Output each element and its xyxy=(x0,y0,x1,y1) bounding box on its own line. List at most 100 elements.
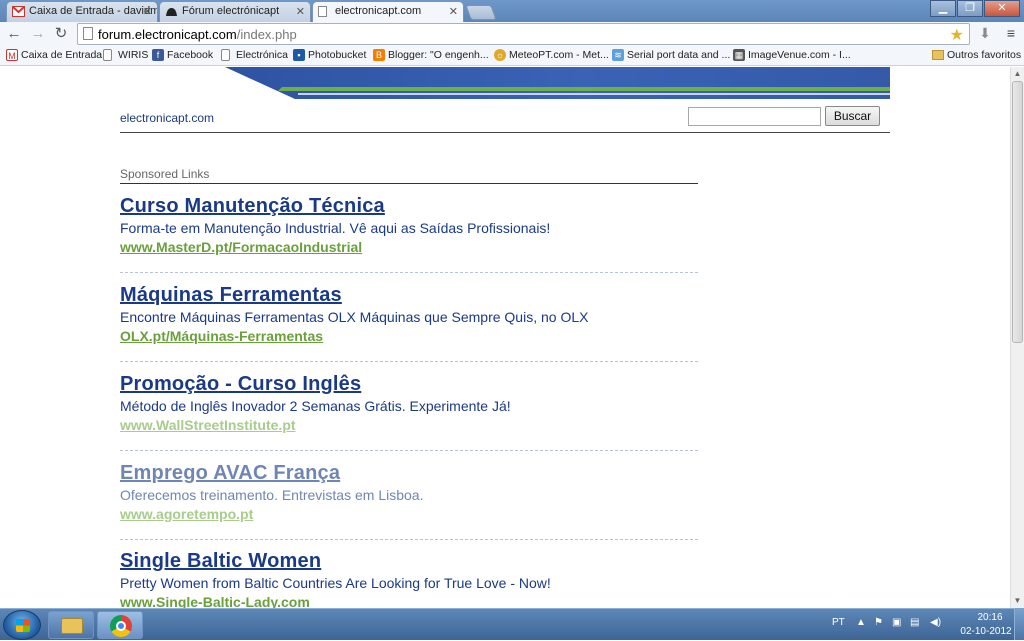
bookmark-gmail[interactable]: M Caixa de Entrada xyxy=(6,49,102,61)
ad-url-link[interactable]: www.MasterD.pt/FormacaoIndustrial xyxy=(120,239,700,255)
maximize-button[interactable]: ❐ xyxy=(957,0,983,17)
ad-url-link[interactable]: www.agoretempo.pt xyxy=(120,506,700,522)
volume-icon[interactable]: ◀) xyxy=(930,617,941,628)
sponsored-links-label: Sponsored Links xyxy=(120,167,210,181)
other-bookmarks-folder[interactable]: Outros favoritos xyxy=(932,49,1021,61)
bookmark-label: Blogger: "O engenh... xyxy=(388,49,489,61)
ad-title-link[interactable]: Single Baltic Women xyxy=(120,550,700,573)
header-divider xyxy=(120,132,890,133)
ad-description: Encontre Máquinas Ferramentas OLX Máquin… xyxy=(120,309,589,325)
ad-url-link[interactable]: www.WallStreetInstitute.pt xyxy=(120,417,700,433)
ad-url-link[interactable]: OLX.pt/Máquinas-Ferramentas xyxy=(120,328,700,344)
star-icon[interactable]: ★ xyxy=(950,25,964,45)
windows-logo-icon xyxy=(16,619,30,632)
bookmark-label: Outros favoritos xyxy=(947,49,1022,61)
forum-icon xyxy=(165,6,178,17)
tab-forum[interactable]: Fórum electrónicapt ✕ xyxy=(159,1,311,22)
ad-item[interactable]: Single Baltic Women Pretty Women from Ba… xyxy=(120,550,700,608)
banner-cutout xyxy=(120,67,295,99)
bookmark-label: ImageVenue.com - I... xyxy=(748,49,851,61)
new-tab-button[interactable] xyxy=(465,5,497,20)
page-icon xyxy=(318,6,327,17)
bookmark-photobucket[interactable]: ▪ Photobucket xyxy=(293,49,366,61)
gmail-icon: M xyxy=(6,49,18,61)
banner-green-line xyxy=(278,87,890,91)
ad-item[interactable]: Promoção - Curso Inglês Método de Inglês… xyxy=(120,373,700,433)
show-desktop-button[interactable] xyxy=(1014,608,1024,640)
page-icon xyxy=(221,49,230,61)
ad-item[interactable]: Emprego AVAC França Oferecemos treinamen… xyxy=(120,462,700,522)
close-window-button[interactable]: ✕ xyxy=(984,0,1020,17)
close-tab-icon[interactable]: ✕ xyxy=(143,5,152,18)
devices-icon[interactable]: ▤ xyxy=(910,617,919,628)
bookmark-facebook[interactable]: f Facebook xyxy=(152,49,213,61)
page-viewport: electronicapt.com Buscar Sponsored Links… xyxy=(0,67,1010,608)
chrome-icon xyxy=(110,615,132,637)
window-titlebar: Caixa de Entrada - davidm ✕ Fórum electr… xyxy=(0,0,1024,22)
minimize-button[interactable]: ▁ xyxy=(930,0,956,17)
address-bar[interactable]: forum.electronicapt.com/index.php ★ xyxy=(77,23,970,45)
windows-taskbar: PT ▲ ⚑ ▣ ▤ ◀) 20:16 02-10-2012 xyxy=(0,608,1024,640)
extension-icon[interactable]: ⬇ xyxy=(976,25,994,43)
taskbar-explorer[interactable] xyxy=(48,611,94,639)
ad-item[interactable]: Máquinas Ferramentas Encontre Máquinas F… xyxy=(120,284,700,344)
url-text[interactable]: forum.electronicapt.com/index.php xyxy=(98,27,297,42)
bookmark-serial[interactable]: ≋ Serial port data and ... xyxy=(612,49,730,61)
page-icon xyxy=(83,27,93,40)
bookmark-label: MeteoPT.com - Met... xyxy=(509,49,609,61)
meteo-icon: ☼ xyxy=(494,49,506,61)
vertical-scrollbar[interactable]: ▲ ▼ xyxy=(1010,67,1024,608)
reload-icon[interactable]: ↻ xyxy=(52,25,70,43)
close-tab-icon[interactable]: ✕ xyxy=(296,5,305,18)
site-banner xyxy=(120,67,890,99)
network-icon[interactable]: ▣ xyxy=(892,617,901,628)
language-indicator[interactable]: PT xyxy=(832,617,845,628)
flag-icon[interactable]: ⚑ xyxy=(874,617,883,628)
bookmark-label: Caixa de Entrada xyxy=(21,49,103,61)
forward-icon[interactable]: → xyxy=(29,25,47,43)
scroll-down-arrow-icon[interactable]: ▼ xyxy=(1011,594,1024,608)
bookmark-label: Photobucket xyxy=(308,49,367,61)
bookmark-meteopt[interactable]: ☼ MeteoPT.com - Met... xyxy=(494,49,609,61)
show-hidden-icons-icon[interactable]: ▲ xyxy=(856,617,866,628)
bookmark-imagevenue[interactable]: ▦ ImageVenue.com - I... xyxy=(733,49,851,61)
page-icon xyxy=(103,49,112,61)
folder-icon xyxy=(61,618,83,634)
close-tab-icon[interactable]: ✕ xyxy=(449,5,458,18)
back-icon[interactable]: ← xyxy=(5,25,23,43)
ad-divider xyxy=(120,450,698,451)
ad-title-link[interactable]: Máquinas Ferramentas xyxy=(120,284,700,307)
photobucket-icon: ▪ xyxy=(293,49,305,61)
bookmark-label: WIRIS xyxy=(118,49,149,61)
ad-description: Oferecemos treinamento. Entrevistas em L… xyxy=(120,487,424,503)
ad-title-link[interactable]: Promoção - Curso Inglês xyxy=(120,373,700,396)
scrollbar-thumb[interactable] xyxy=(1012,81,1023,343)
clock-date[interactable]: 02-10-2012 xyxy=(956,626,1016,637)
taskbar-chrome[interactable] xyxy=(97,611,143,639)
bookmarks-bar: M Caixa de Entrada WIRIS f Facebook Elec… xyxy=(0,46,1024,66)
bookmark-electronica[interactable]: Electrónica xyxy=(221,49,288,61)
scroll-up-arrow-icon[interactable]: ▲ xyxy=(1011,67,1024,81)
ad-title-link[interactable]: Emprego AVAC França xyxy=(120,462,700,485)
ad-divider xyxy=(120,272,698,273)
search-input[interactable] xyxy=(688,107,821,126)
bookmark-wiris[interactable]: WIRIS xyxy=(103,49,148,61)
ad-title-link[interactable]: Curso Manutenção Técnica xyxy=(120,195,700,218)
bookmark-label: Electrónica xyxy=(236,49,288,61)
imagevenue-icon: ▦ xyxy=(733,49,745,61)
clock-time[interactable]: 20:16 xyxy=(968,612,1012,623)
bookmark-label: Facebook xyxy=(167,49,214,61)
tab-electronicapt[interactable]: electronicapt.com ✕ xyxy=(312,1,464,22)
bookmark-blogger[interactable]: B Blogger: "O engenh... xyxy=(373,49,489,61)
ad-divider xyxy=(120,539,698,540)
start-button[interactable] xyxy=(3,610,41,640)
system-tray: PT ▲ ⚑ ▣ ▤ ◀) 20:16 02-10-2012 xyxy=(826,609,1024,641)
banner-stripe xyxy=(298,93,890,95)
tab-gmail[interactable]: Caixa de Entrada - davidm ✕ xyxy=(6,1,158,22)
ad-url-link[interactable]: www.Single-Baltic-Lady.com xyxy=(120,594,700,608)
menu-icon[interactable]: ≡ xyxy=(1003,25,1019,43)
ad-item[interactable]: Curso Manutenção Técnica Forma-te em Man… xyxy=(120,195,700,255)
url-path: /index.php xyxy=(236,27,297,42)
site-name[interactable]: electronicapt.com xyxy=(120,111,214,125)
search-button[interactable]: Buscar xyxy=(825,106,880,126)
